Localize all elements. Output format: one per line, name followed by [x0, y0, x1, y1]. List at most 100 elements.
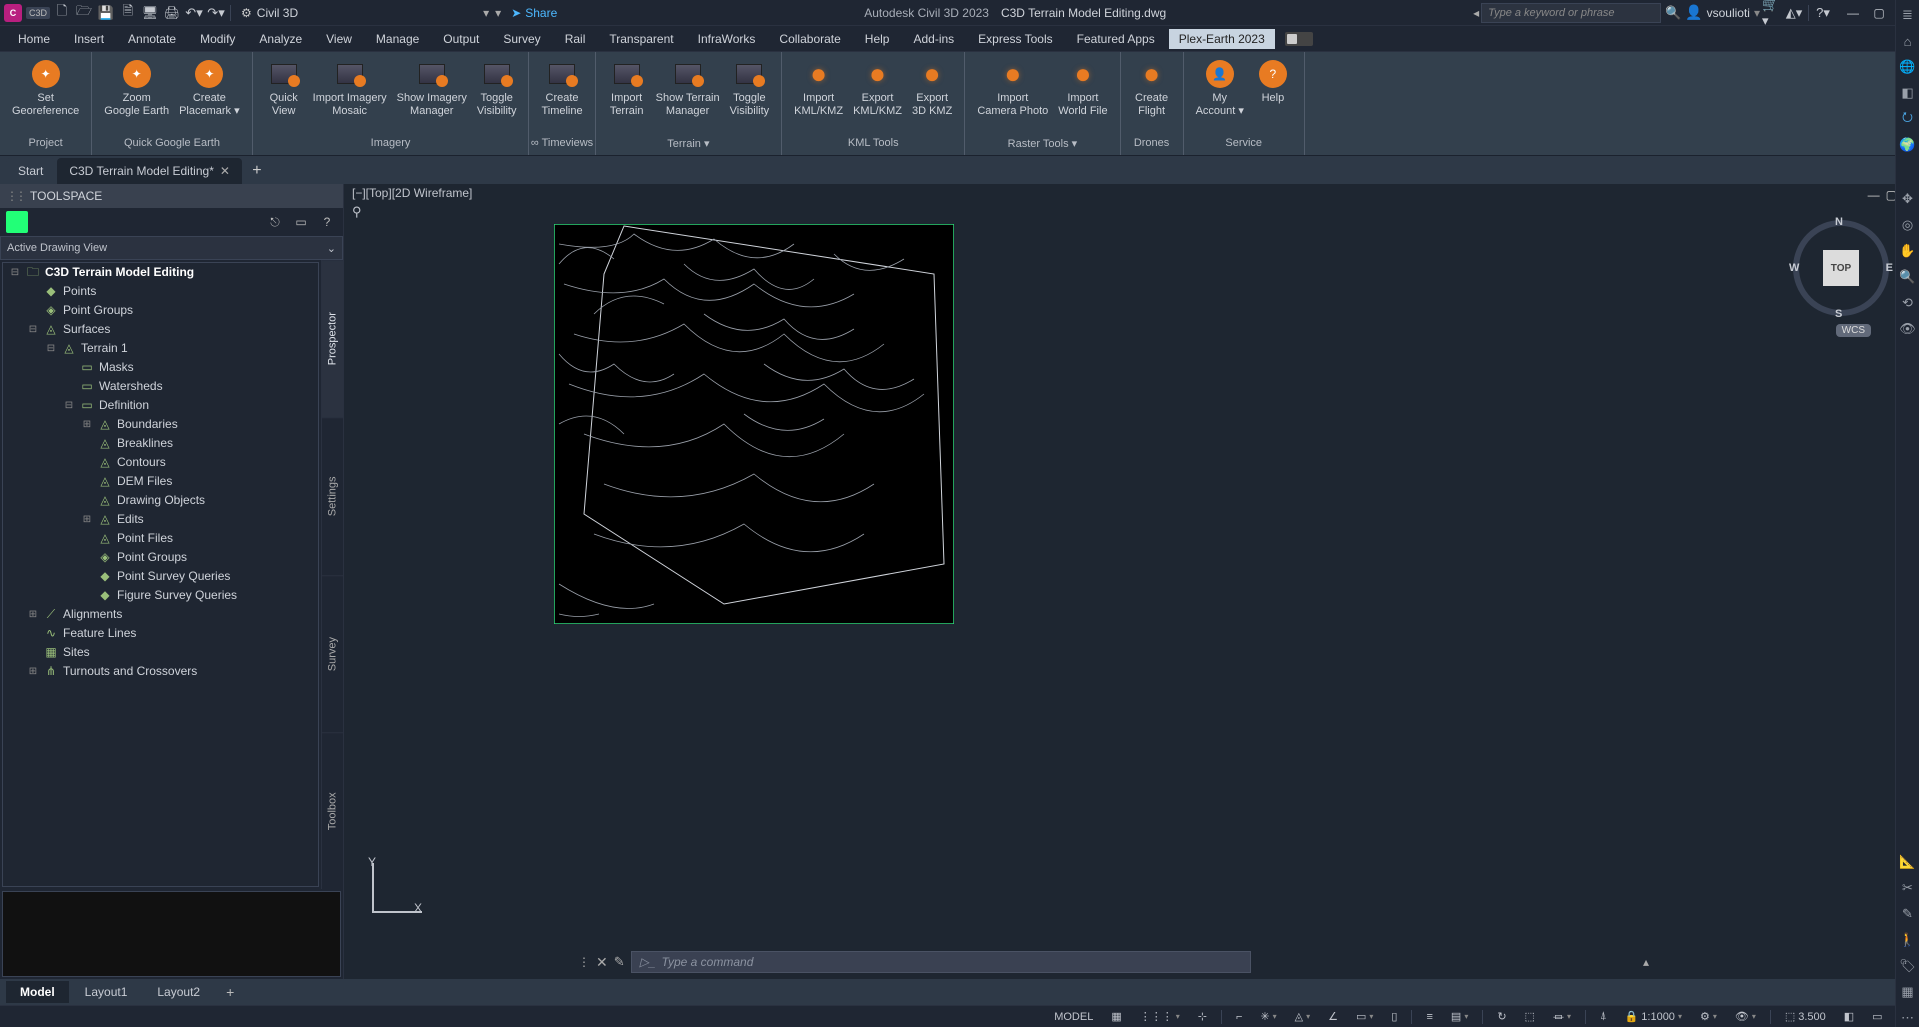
- menu-insert[interactable]: Insert: [64, 29, 114, 49]
- prospector-tree[interactable]: ⊟🗀C3D Terrain Model Editing◆Points◈Point…: [2, 262, 319, 887]
- qat-redo-icon[interactable]: ↷▾: [206, 3, 226, 23]
- tree-item-sites[interactable]: ▦Sites: [3, 643, 318, 662]
- viewport-minimize-icon[interactable]: —: [1868, 188, 1880, 202]
- status-ortho-icon[interactable]: ⌐: [1232, 1008, 1246, 1026]
- status-model[interactable]: MODEL: [1050, 1008, 1097, 1026]
- ribbon-show-imagery-manager[interactable]: Show Imagery Manager: [393, 56, 471, 120]
- menu-featured-apps[interactable]: Featured Apps: [1067, 29, 1165, 49]
- status-trans-icon[interactable]: ▤▾: [1447, 1008, 1472, 1026]
- tree-item-points[interactable]: ◆Points: [3, 282, 318, 301]
- help-icon[interactable]: ?▾: [1813, 3, 1833, 23]
- rt-home-icon[interactable]: ⌂: [1899, 32, 1917, 50]
- ribbon-export-3d-kmz[interactable]: ●Export 3D KMZ: [908, 56, 956, 120]
- ribbon-zoom-google-earth[interactable]: ✦Zoom Google Earth: [100, 56, 173, 120]
- drawing-canvas[interactable]: [−][Top][2D Wireframe] ⚲ — ▢ ✕ TOP N E S…: [344, 184, 1919, 979]
- ribbon-toggle[interactable]: [1285, 32, 1313, 46]
- ribbon-export-kml-kmz[interactable]: ●Export KML/KMZ: [849, 56, 906, 120]
- menu-output[interactable]: Output: [433, 29, 489, 49]
- status-infer-icon[interactable]: ⊹: [1194, 1008, 1211, 1026]
- ribbon-show-terrain-manager[interactable]: Show Terrain Manager: [652, 56, 724, 120]
- tree-item-drawing-objects[interactable]: ◬Drawing Objects: [3, 491, 318, 510]
- menu-express-tools[interactable]: Express Tools: [968, 29, 1062, 49]
- rt-measure-icon[interactable]: 📐: [1899, 853, 1917, 871]
- status-scale[interactable]: 🔒 1:1000▾: [1621, 1008, 1686, 1026]
- menu-survey[interactable]: Survey: [493, 29, 550, 49]
- status-annoscale-icon[interactable]: ⍋: [1596, 1008, 1611, 1026]
- toolspace-header[interactable]: ⋮⋮ TOOLSPACE: [0, 184, 343, 208]
- rt-tag-icon[interactable]: 🏷: [1899, 957, 1917, 975]
- status-decimal[interactable]: ⬚ 3.500: [1781, 1008, 1830, 1026]
- app-logo[interactable]: C: [4, 4, 22, 22]
- toolspace-link-icon[interactable]: ⎋: [265, 212, 285, 232]
- layout-tab-model[interactable]: Model: [6, 981, 69, 1003]
- ribbon-import-imagery-mosaic[interactable]: Import Imagery Mosaic: [309, 56, 391, 120]
- rt-walk-icon[interactable]: 🚶: [1899, 931, 1917, 949]
- search-input[interactable]: Type a keyword or phrase: [1481, 3, 1661, 23]
- status-gear-icon[interactable]: ⚙▾: [1696, 1008, 1721, 1026]
- workspace-dropdown[interactable]: ⚙ Civil 3D: [235, 2, 309, 24]
- terrain-surface[interactable]: [554, 224, 954, 624]
- tree-item-point-groups[interactable]: ◈Point Groups: [3, 548, 318, 567]
- menu-modify[interactable]: Modify: [190, 29, 245, 49]
- tree-item-edits[interactable]: ⊞◬Edits: [3, 510, 318, 529]
- status-ws-icon[interactable]: ◧: [1840, 1008, 1858, 1026]
- rt-more-icon[interactable]: ⋯: [1899, 1009, 1917, 1027]
- toolspace-help-icon[interactable]: ?: [317, 212, 337, 232]
- qat-undo-icon[interactable]: ↶▾: [184, 3, 204, 23]
- rt-section-icon[interactable]: ✂: [1899, 879, 1917, 897]
- tree-item-watersheds[interactable]: ▭Watersheds: [3, 377, 318, 396]
- tree-item-turnouts-and-crossovers[interactable]: ⊞⋔Turnouts and Crossovers: [3, 662, 318, 681]
- dropdown-icon[interactable]: ▾: [495, 6, 501, 20]
- sidetab-survey[interactable]: Survey: [322, 575, 343, 732]
- share-button[interactable]: ➤Share: [511, 6, 557, 20]
- status-lwt-icon[interactable]: ≡: [1422, 1008, 1436, 1026]
- menu-help[interactable]: Help: [855, 29, 900, 49]
- toolspace-view-icon[interactable]: ▭: [291, 212, 311, 232]
- tree-item-contours[interactable]: ◬Contours: [3, 453, 318, 472]
- sidetab-settings[interactable]: Settings: [322, 417, 343, 574]
- tree-item-c3d-terrain-model-editing[interactable]: ⊟🗀C3D Terrain Model Editing: [3, 263, 318, 282]
- rt-world-icon[interactable]: 🌍: [1899, 136, 1917, 154]
- ribbon-toggle-visibility[interactable]: Toggle Visibility: [473, 56, 521, 120]
- menu-add-ins[interactable]: Add-ins: [903, 29, 964, 49]
- rt-orbit-icon[interactable]: ⭮: [1899, 110, 1917, 128]
- tree-item-breaklines[interactable]: ◬Breaklines: [3, 434, 318, 453]
- command-input[interactable]: ▷_ Type a command: [631, 951, 1251, 973]
- rt-cube-icon[interactable]: ◧: [1899, 84, 1917, 102]
- status-3d-icon[interactable]: ⬚: [1521, 1008, 1539, 1026]
- ribbon-import-world-file[interactable]: ●Import World File: [1054, 56, 1111, 120]
- cmd-history-icon[interactable]: ▴: [1643, 955, 1649, 969]
- ribbon-import-camera-photo[interactable]: ●Import Camera Photo: [973, 56, 1052, 120]
- tree-item-point-groups[interactable]: ◈Point Groups: [3, 301, 318, 320]
- cmd-customize-icon[interactable]: ✎: [614, 954, 625, 970]
- ribbon-toggle-visibility[interactable]: Toggle Visibility: [726, 56, 774, 120]
- qat-new-icon[interactable]: 🗋: [52, 3, 72, 23]
- status-3dosnap-icon[interactable]: ▯: [1387, 1008, 1401, 1026]
- rt-globe-icon[interactable]: 🌐: [1899, 58, 1917, 76]
- menu-collaborate[interactable]: Collaborate: [769, 29, 850, 49]
- menu-home[interactable]: Home: [8, 29, 60, 49]
- menu-transparent[interactable]: Transparent: [599, 29, 683, 49]
- rt-zoom-icon[interactable]: 🔍: [1899, 268, 1917, 286]
- menu-annotate[interactable]: Annotate: [118, 29, 186, 49]
- rt-nav-icon[interactable]: ✥: [1899, 190, 1917, 208]
- sidetab-toolbox[interactable]: Toolbox: [322, 732, 343, 889]
- file-tab[interactable]: C3D Terrain Model Editing*✕: [57, 158, 242, 184]
- tree-item-figure-survey-queries[interactable]: ◆Figure Survey Queries: [3, 586, 318, 605]
- autodesk-icon[interactable]: ◭▾: [1784, 3, 1804, 23]
- menu-view[interactable]: View: [316, 29, 362, 49]
- status-clean-icon[interactable]: ▭: [1868, 1008, 1886, 1026]
- menu-plex-earth-2023[interactable]: Plex-Earth 2023: [1169, 29, 1275, 49]
- tree-item-terrain-1[interactable]: ⊟◬Terrain 1: [3, 339, 318, 358]
- status-cycling-icon[interactable]: ↻: [1493, 1008, 1510, 1026]
- new-layout-button[interactable]: +: [216, 980, 244, 1004]
- ribbon-create-placemark[interactable]: ✦Create Placemark ▾: [175, 56, 244, 120]
- ribbon-my-account[interactable]: 👤My Account ▾: [1192, 56, 1248, 120]
- menu-analyze[interactable]: Analyze: [249, 29, 312, 49]
- rt-show-icon[interactable]: 👁: [1899, 320, 1917, 338]
- tree-item-dem-files[interactable]: ◬DEM Files: [3, 472, 318, 491]
- ribbon-create-flight[interactable]: ●Create Flight: [1129, 56, 1175, 120]
- tree-item-alignments[interactable]: ⊞⟋Alignments: [3, 605, 318, 624]
- ribbon-create-timeline[interactable]: Create Timeline: [537, 56, 586, 120]
- rt-orbit2-icon[interactable]: ⟲: [1899, 294, 1917, 312]
